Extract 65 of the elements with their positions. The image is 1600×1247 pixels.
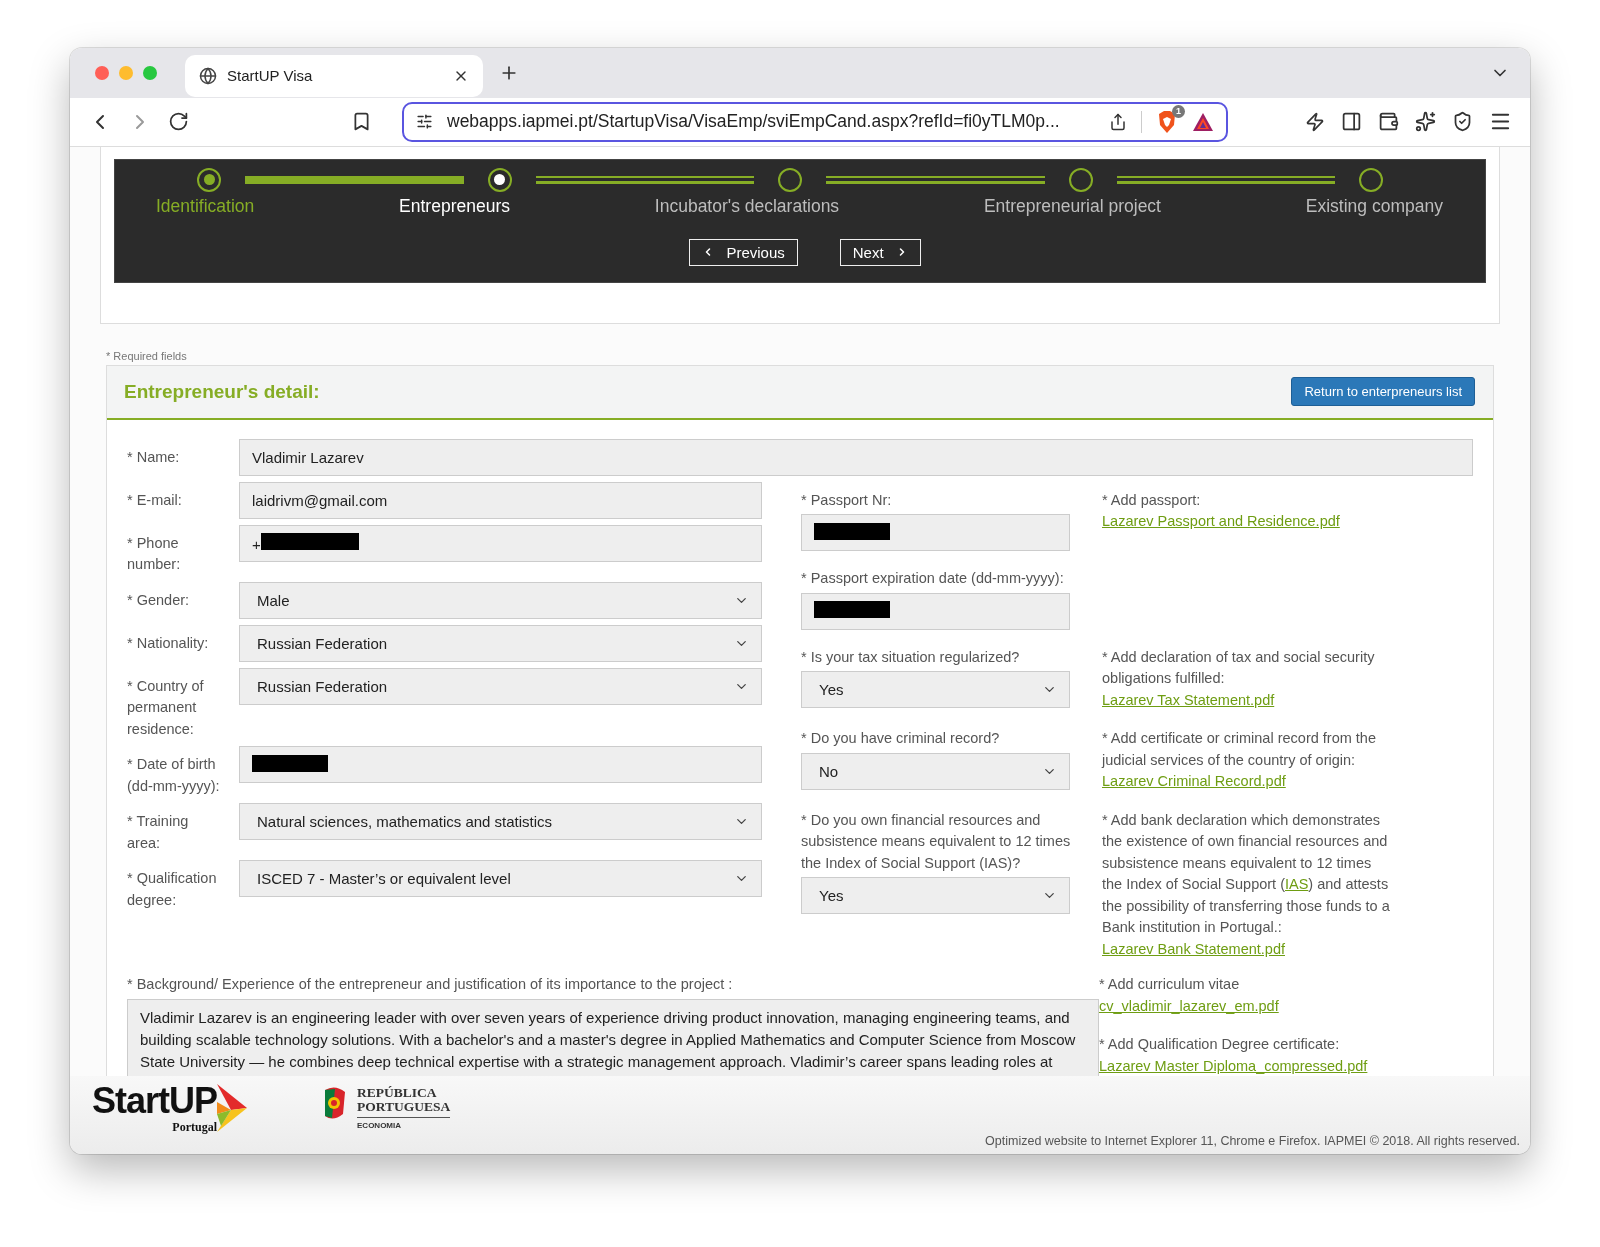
field-label: * Qualification degree: bbox=[127, 869, 218, 910]
attachment-label: * Add declaration of tax and social security obligations fulfilled: bbox=[1102, 647, 1376, 689]
attachment-label: * Add certificate or criminal record from the judicial services of the country of origin: bbox=[1102, 729, 1377, 770]
triangle-icon[interactable] bbox=[1192, 111, 1214, 132]
input-field[interactable] bbox=[801, 592, 1070, 630]
step-label[interactable]: Identification bbox=[156, 195, 255, 217]
field-label: * Passport Nr: bbox=[801, 490, 893, 510]
select-field[interactable]: Natural sciences, mathematics and statistics bbox=[239, 803, 762, 841]
step-label[interactable]: Entrepreneurial project bbox=[983, 195, 1161, 217]
address-bar[interactable]: webapps.iapmei.pt/StartupVisa/VisaEmp/sviEmpCand.aspx?refId=fi0yTLM0p... 1 bbox=[402, 101, 1228, 142]
field-label: * Do you have criminal record? bbox=[801, 729, 1001, 749]
field-label: * Gender: bbox=[127, 590, 191, 610]
text-area[interactable]: Vladimir Lazarev is an engineering leader with over seven years of experience driving product innovation, managing engineering teams, and building scalable technology solutions. With a bachelor's and a master's degree in Applied Mathematics and Computer Science from Moscow State University — he combines deep technical expertise with a strategic management approach. Vladimir’s career spans leading roles at bbox=[127, 998, 1099, 1077]
step-label[interactable]: Existing company bbox=[1305, 195, 1443, 217]
globe-icon bbox=[199, 66, 217, 85]
attachment-label: * Add Qualification Degree certificate: bbox=[1099, 1035, 1341, 1055]
startup-logo[interactable]: StartUP Portugal bbox=[92, 1082, 250, 1136]
select-field[interactable]: Russian Federation bbox=[239, 667, 762, 705]
count-badge: 1 bbox=[1172, 104, 1185, 118]
attachment-label: * Add curriculum vitae bbox=[1099, 975, 1241, 995]
input-field[interactable] bbox=[239, 746, 762, 784]
field-label: * Date of birth (dd-mm-yyyy): bbox=[127, 755, 221, 796]
step-label[interactable]: Entrepreneurs bbox=[399, 195, 510, 217]
field-label: * Phone number: bbox=[127, 533, 182, 575]
previous-button[interactable]: Previous bbox=[689, 238, 798, 266]
republic-logo[interactable]: REPÚBLICA PORTUGUESA ECONOMIA bbox=[321, 1086, 451, 1131]
site-settings-icon[interactable] bbox=[416, 113, 433, 131]
field-label: * E-mail: bbox=[127, 490, 183, 510]
sidebar-icon[interactable] bbox=[1341, 111, 1362, 133]
select-field[interactable]: Male bbox=[239, 581, 762, 619]
reload-icon[interactable] bbox=[168, 111, 189, 133]
field-label: * Do you own financial resources and subsistence means equivalent to 12 times the Index of Social Support (IAS)? bbox=[801, 810, 1072, 873]
required-note: * Required fields bbox=[106, 349, 188, 362]
input-field[interactable]: + bbox=[239, 524, 762, 562]
select-field[interactable]: No bbox=[801, 752, 1070, 790]
field-label: * Country of permanent residence: bbox=[127, 676, 205, 739]
return-button[interactable]: Return to enterpreneurs list bbox=[1291, 377, 1475, 407]
input-field[interactable]: Vladimir Lazarev bbox=[239, 438, 1473, 476]
select-field[interactable]: Russian Federation bbox=[239, 624, 762, 662]
sparkles-icon[interactable] bbox=[1415, 111, 1436, 133]
field-label: * Background/ Experience of the entrepreneur and justification of its importance to the project : bbox=[127, 975, 734, 995]
shield-icon[interactable] bbox=[1452, 111, 1473, 133]
lion-shield-icon[interactable] bbox=[1156, 109, 1178, 134]
field-label: * Is your tax situation regularized? bbox=[801, 647, 1021, 667]
browser-tab[interactable]: StartUP Visa bbox=[185, 54, 483, 97]
select-field[interactable]: ISCED 7 - Master’s or equivalent level bbox=[239, 860, 762, 898]
share-icon[interactable] bbox=[1109, 112, 1127, 131]
input-field[interactable]: laidrivm@gmail.com bbox=[239, 481, 762, 519]
field-label: * Training area: bbox=[127, 812, 190, 853]
attachment-label: * Add passport: bbox=[1102, 490, 1202, 510]
next-button[interactable]: Next bbox=[839, 238, 921, 266]
step-label[interactable]: Incubator's declarations bbox=[654, 195, 840, 217]
select-field[interactable]: Yes bbox=[801, 877, 1070, 915]
footer-note: Optimized website to Internet Explorer 11, Chrome e Firefox. IAPMEI © 2018. All rights reserved. bbox=[985, 1134, 1520, 1148]
lightning-icon[interactable] bbox=[1305, 111, 1325, 132]
input-field[interactable] bbox=[801, 514, 1070, 552]
panel-title: Entrepreneur's detail: bbox=[124, 380, 320, 403]
field-label: * Name: bbox=[127, 447, 181, 467]
field-label: * Nationality: bbox=[127, 633, 210, 653]
tab-title: StartUP Visa bbox=[227, 67, 314, 85]
url-text: webapps.iapmei.pt/StartupVisa/VisaEmp/sviEmpCand.aspx?refId=fi0yTLM0p... bbox=[447, 111, 1061, 133]
wallet-icon[interactable] bbox=[1378, 111, 1399, 133]
field-label: * Passport expiration date (dd-mm-yyyy): bbox=[801, 569, 1065, 589]
select-field[interactable]: Yes bbox=[801, 671, 1070, 709]
attachment-label: * Add bank declaration which demonstrates the existence of own financial resources and subsistence means equivalent to 12 times the Index of Social Support (IAS) and attests the possibility of transferring those funds to a Bank institution in Portugal.: bbox=[1102, 810, 1391, 938]
